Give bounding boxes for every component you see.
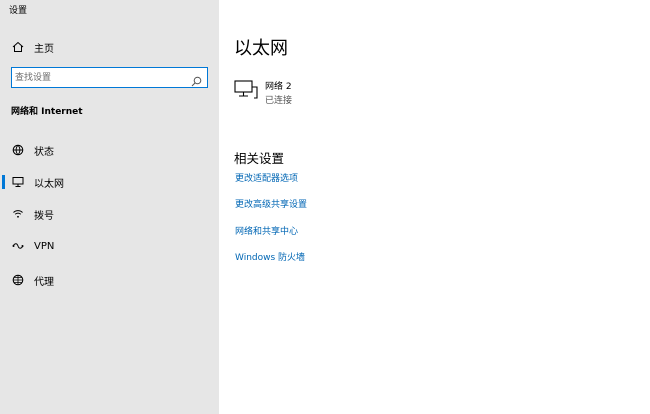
active-indicator — [2, 175, 5, 189]
sidebar-item-label: 状态 — [34, 146, 54, 158]
sidebar-item-vpn[interactable]: VPN — [0, 234, 219, 258]
sidebar-item-home[interactable]: 主页 — [0, 36, 219, 58]
home-icon — [11, 40, 25, 54]
change-advanced-sharing-link[interactable]: 更改高级共享设置 — [235, 197, 307, 210]
sidebar-item-label: 拨号 — [34, 210, 54, 222]
main-content: 以太网 网络 2 已连接 相关设置 更改适配器选项 更改高级共享设置 网络和共享… — [219, 0, 650, 414]
search-input[interactable] — [15, 70, 185, 85]
change-adapter-options-link[interactable]: 更改适配器选项 — [235, 171, 298, 184]
network-status: 已连接 — [265, 96, 293, 106]
sidebar-item-dialup[interactable]: 拨号 — [0, 202, 219, 226]
ethernet-icon — [11, 175, 25, 189]
search-box[interactable] — [11, 67, 208, 88]
sidebar: 设置 主页 网络和 Internet 状态 以太网 拨号 — [0, 0, 219, 414]
page-title: 以太网 — [234, 38, 288, 59]
sidebar-item-proxy[interactable]: 代理 — [0, 268, 219, 292]
related-settings-title: 相关设置 — [234, 151, 285, 166]
proxy-globe-icon — [11, 273, 25, 287]
section-heading: 网络和 Internet — [11, 107, 83, 117]
sidebar-item-label: 主页 — [34, 43, 54, 55]
window-title: 设置 — [9, 6, 28, 16]
sidebar-item-label: 代理 — [34, 276, 54, 288]
search-icon[interactable] — [191, 72, 202, 87]
ethernet-network-icon — [234, 80, 258, 100]
sidebar-item-label: 以太网 — [34, 178, 64, 190]
windows-firewall-link[interactable]: Windows 防火墙 — [235, 250, 305, 263]
network-sharing-center-link[interactable]: 网络和共享中心 — [235, 224, 298, 237]
network-name: 网络 2 — [265, 82, 292, 92]
network-item[interactable]: 网络 2 已连接 — [234, 78, 354, 106]
globe-status-icon — [11, 143, 25, 157]
vpn-icon — [11, 239, 25, 253]
sidebar-item-label: VPN — [34, 240, 55, 252]
sidebar-item-ethernet[interactable]: 以太网 — [0, 170, 219, 194]
sidebar-item-status[interactable]: 状态 — [0, 138, 219, 162]
dialup-icon — [11, 207, 25, 221]
